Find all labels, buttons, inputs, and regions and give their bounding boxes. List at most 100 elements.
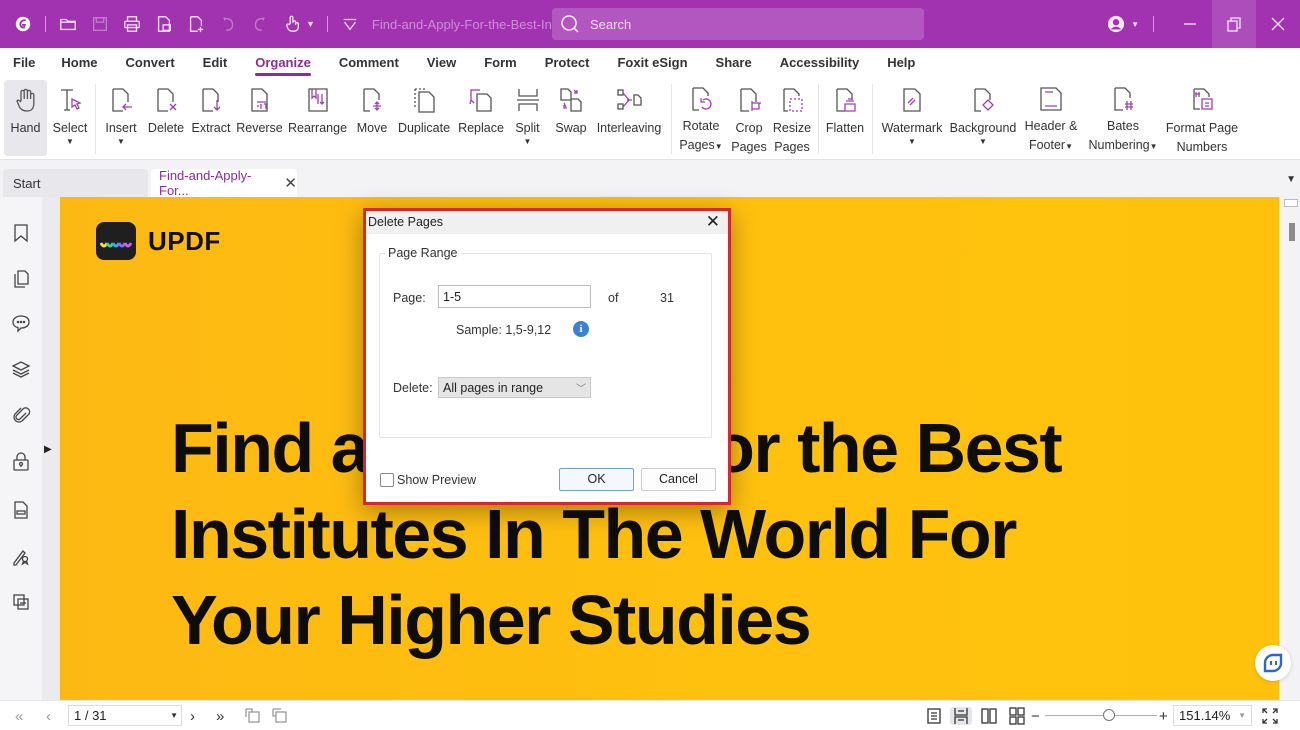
crop-pages-button[interactable]: Crop Pages [729, 80, 769, 156]
tab-list-dropdown-icon[interactable]: ▼ [1286, 174, 1296, 185]
quick-access-dropdown-icon[interactable]: ▼ [306, 19, 315, 29]
headline-line-3: Your Higher Studies [171, 581, 812, 659]
minimize-button[interactable] [1168, 0, 1212, 48]
close-tab-icon[interactable]: ✕ [284, 174, 297, 192]
menu-accessibility[interactable]: Accessibility [780, 48, 860, 78]
scroll-up-button[interactable] [1284, 199, 1298, 207]
account-menu[interactable]: ▼ [1107, 15, 1154, 33]
search-box[interactable] [552, 8, 924, 40]
show-preview-label[interactable]: Show Preview [397, 473, 476, 487]
menu-organize[interactable]: Organize [255, 48, 311, 78]
expand-panel-icon[interactable]: ▶ [44, 444, 52, 455]
next-page-icon[interactable]: › [190, 707, 195, 725]
menu-protect[interactable]: Protect [545, 48, 590, 78]
insert-button[interactable]: Insert ▼ [101, 80, 141, 156]
page-range-input[interactable] [438, 285, 591, 308]
rotate-pages-button[interactable]: Rotate Pages▼ [678, 80, 724, 156]
menu-help[interactable]: Help [887, 48, 915, 78]
previous-view-icon[interactable] [244, 707, 262, 725]
menu-foxit-esign[interactable]: Foxit eSign [617, 48, 687, 78]
restore-button[interactable] [1212, 0, 1256, 48]
hand-touch-icon[interactable] [282, 14, 302, 34]
swap-button[interactable]: Swap [552, 80, 590, 156]
replace-button[interactable]: Replace [457, 80, 505, 156]
open-folder-icon[interactable] [58, 14, 78, 34]
save-icon[interactable] [90, 14, 110, 34]
single-page-view-icon[interactable] [925, 707, 943, 725]
customize-quick-access-icon[interactable] [340, 14, 360, 34]
resize-pages-button[interactable]: Resize Pages [772, 80, 812, 156]
dialog-close-icon[interactable]: ✕ [706, 211, 720, 233]
delete-button[interactable]: Delete [145, 80, 187, 156]
menu-file[interactable]: File [13, 48, 35, 78]
ok-button[interactable]: OK [559, 468, 634, 491]
zoom-slider-handle[interactable] [1102, 709, 1115, 721]
full-screen-icon[interactable] [1261, 707, 1279, 725]
two-page-continuous-icon[interactable] [1008, 707, 1026, 725]
page-number-select[interactable]: 1 / 31 ▼ [68, 705, 182, 726]
print-icon[interactable] [122, 14, 142, 34]
watermark-button[interactable]: Watermark ▼ [880, 80, 944, 156]
scrollbar-thumb[interactable] [1289, 223, 1295, 241]
new-document-icon[interactable] [186, 14, 206, 34]
tab-start[interactable]: Start [3, 169, 148, 197]
search-input[interactable] [590, 16, 890, 32]
of-label: of [608, 291, 619, 305]
last-page-icon[interactable]: » [216, 707, 224, 725]
header-footer-button[interactable]: Header & Footer▼ [1022, 80, 1080, 156]
zoom-slider-track[interactable] [1045, 715, 1157, 716]
pages-icon[interactable] [10, 268, 32, 290]
format-page-numbers-button[interactable]: Format Page Numbers [1166, 80, 1238, 156]
duplicate-button[interactable]: Duplicate [397, 80, 451, 156]
split-button[interactable]: Split ▼ [510, 80, 545, 156]
foxit-logo-icon[interactable] [13, 14, 33, 34]
first-page-icon[interactable]: « [15, 707, 23, 725]
compare-icon[interactable] [10, 591, 32, 613]
bates-numbering-button[interactable]: Bates Numbering▼ [1087, 80, 1159, 156]
flatten-button[interactable]: Flatten [824, 80, 866, 156]
move-button[interactable]: Move [352, 80, 392, 156]
ai-assistant-button[interactable] [1255, 645, 1291, 681]
menu-share[interactable]: Share [716, 48, 752, 78]
zoom-in-icon[interactable]: + [1159, 707, 1168, 725]
security-icon[interactable] [10, 450, 32, 472]
menu-form[interactable]: Form [484, 48, 517, 78]
select-tool-button[interactable]: Select ▼ [50, 80, 90, 156]
menu-view[interactable]: View [427, 48, 456, 78]
menu-convert[interactable]: Convert [126, 48, 175, 78]
continuous-view-icon[interactable] [950, 707, 972, 725]
comments-icon[interactable] [10, 312, 32, 334]
interleaving-button[interactable]: Interleaving [596, 80, 662, 156]
hand-label: Hand [10, 121, 41, 135]
two-page-view-icon[interactable] [980, 707, 998, 725]
previous-page-icon[interactable]: ‹ [46, 707, 51, 725]
background-button[interactable]: Background ▼ [949, 80, 1017, 156]
vertical-scrollbar[interactable] [1279, 197, 1300, 700]
tab-start-label: Start [13, 175, 41, 191]
menu-comment[interactable]: Comment [339, 48, 399, 78]
scan-icon[interactable] [154, 14, 174, 34]
signature-icon[interactable] [10, 545, 32, 567]
zoom-level-select[interactable]: 151.14% ▼ [1173, 705, 1252, 726]
reverse-button[interactable]: Reverse [236, 80, 283, 156]
extract-button[interactable]: Extract [190, 80, 232, 156]
next-view-icon[interactable] [271, 707, 289, 725]
bookmark-icon[interactable] [10, 222, 32, 244]
show-preview-checkbox[interactable] [380, 473, 394, 487]
form-fields-icon[interactable] [10, 499, 32, 521]
rearrange-button[interactable]: Rearrange [288, 80, 347, 156]
hand-tool-button[interactable]: Hand [4, 80, 47, 156]
redo-icon[interactable] [250, 14, 270, 34]
attachments-icon[interactable] [10, 404, 32, 426]
undo-icon[interactable] [218, 14, 238, 34]
duplicate-label: Duplicate [397, 121, 451, 135]
close-button[interactable] [1256, 0, 1300, 48]
info-icon[interactable]: i [573, 321, 589, 337]
menu-edit[interactable]: Edit [203, 48, 228, 78]
zoom-out-icon[interactable]: − [1031, 707, 1040, 725]
tab-document[interactable]: Find-and-Apply-For... ✕ [151, 168, 297, 198]
delete-mode-select[interactable]: All pages in range ﹀ [438, 377, 591, 398]
menu-home[interactable]: Home [61, 48, 97, 78]
layers-icon[interactable] [10, 358, 32, 380]
cancel-button[interactable]: Cancel [641, 468, 716, 491]
